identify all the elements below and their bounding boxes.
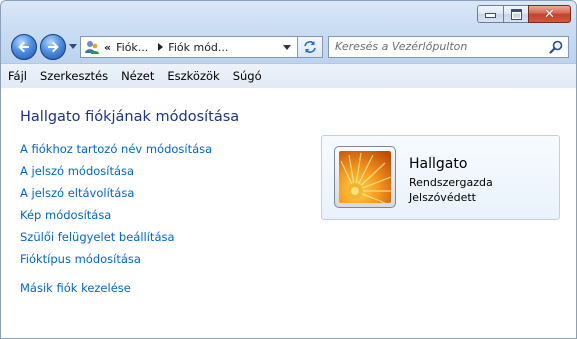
menu-help[interactable]: Súgó <box>233 67 262 85</box>
close-icon: ✕ <box>544 6 555 22</box>
title-bar[interactable]: ✕ <box>1 1 576 31</box>
manage-another-account-link[interactable]: Másik fiók kezelése <box>20 281 212 303</box>
orange-flower-picture <box>339 151 391 203</box>
window-controls: ✕ <box>477 5 571 23</box>
refresh-icon <box>304 41 316 53</box>
minimize-button[interactable] <box>477 5 503 23</box>
change-account-type-link[interactable]: Fióktípus módosítása <box>20 252 212 274</box>
control-panel-users-icon <box>84 39 100 55</box>
task-links: A fiókhoz tartozó név módosítása A jelsz… <box>20 142 212 303</box>
maximize-button[interactable] <box>503 5 528 23</box>
user-name: Hallgato <box>409 156 468 172</box>
back-arrow-icon <box>18 41 29 53</box>
change-password-link[interactable]: A jelszó módosítása <box>20 164 212 186</box>
recent-pages-dropdown[interactable] <box>69 44 77 49</box>
password-status: Jelszóvédett <box>409 191 476 204</box>
forward-arrow-icon <box>48 41 59 53</box>
menu-edit[interactable]: Szerkesztés <box>40 67 108 85</box>
change-picture-link[interactable]: Kép módosítása <box>20 208 212 230</box>
breadcrumb-edit-account[interactable]: Fiók mód... <box>168 41 228 54</box>
breadcrumb-separator-icon[interactable] <box>158 43 164 51</box>
page-title: Hallgato fiókjának módosítása <box>20 109 240 125</box>
user-role: Rendszergazda <box>409 176 493 189</box>
user-account-card: Hallgato Rendszergazda Jelszóvédett <box>321 135 560 220</box>
refresh-button[interactable] <box>298 36 323 58</box>
search-icon[interactable] <box>549 40 563 54</box>
main-content: Hallgato fiókjának módosítása A fiókhoz … <box>1 88 576 338</box>
navigation-bar: « Fiók... Fiók mód... Keresés a Vezérlőp… <box>1 31 576 63</box>
close-button[interactable]: ✕ <box>528 5 571 23</box>
explorer-window: ✕ « Fiók... Fiók mód... Keresés a Vezérl… <box>0 0 577 339</box>
address-overflow-icon[interactable]: « <box>104 41 111 54</box>
breadcrumb-user-accounts[interactable]: Fiók... <box>116 41 148 54</box>
minimize-icon <box>485 13 496 18</box>
menu-bar: Fájl Szerkesztés Nézet Eszközök Súgó <box>1 63 576 89</box>
back-button[interactable] <box>11 34 37 60</box>
menu-file[interactable]: Fájl <box>8 67 27 85</box>
avatar-frame <box>334 146 396 208</box>
avatar <box>339 151 391 203</box>
parental-controls-link[interactable]: Szülői felügyelet beállítása <box>20 230 212 252</box>
search-input[interactable]: Keresés a Vezérlőpulton <box>328 36 569 58</box>
forward-button[interactable] <box>40 34 66 60</box>
maximize-icon <box>510 8 522 20</box>
menu-tools[interactable]: Eszközök <box>167 67 219 85</box>
change-account-name-link[interactable]: A fiókhoz tartozó név módosítása <box>20 142 212 164</box>
address-dropdown-icon[interactable] <box>283 45 291 50</box>
search-placeholder: Keresés a Vezérlőpulton <box>335 40 468 53</box>
remove-password-link[interactable]: A jelszó eltávolítása <box>20 186 212 208</box>
address-bar[interactable]: « Fiók... Fiók mód... <box>80 36 298 58</box>
menu-view[interactable]: Nézet <box>121 67 154 85</box>
